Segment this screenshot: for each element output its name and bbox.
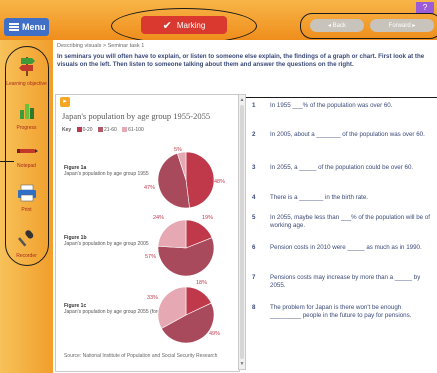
visuals-panel: ▸ Japan's population by age group 1955-2… <box>55 94 240 372</box>
chart-source: Source: National Institute of Population… <box>64 353 218 359</box>
question-number: 5 <box>252 214 256 221</box>
question-number: 8 <box>252 304 256 311</box>
legend-swatch <box>76 127 82 133</box>
visuals-scrollbar[interactable]: ▲ ▼ <box>238 94 246 370</box>
pie-chart-1955 <box>157 151 215 209</box>
menu-button[interactable]: Menu <box>4 18 49 36</box>
pie-data-label: 48% <box>214 179 226 185</box>
legend-key-label: Key <box>62 127 72 133</box>
legend-label: 0-20 <box>82 127 93 133</box>
question-number: 2 <box>252 131 256 138</box>
question-text: The problem for Japan is there won't be … <box>270 304 412 319</box>
scroll-down-icon[interactable]: ▼ <box>239 360 245 368</box>
marking-highlight-ring <box>111 8 257 44</box>
figure-caption: Japan's population by age group 2055 (fo… <box>64 309 172 315</box>
figure-caption: Japan's population by age group 1955 <box>64 171 149 177</box>
question-number: 4 <box>252 194 256 201</box>
pie-slice <box>185 151 215 209</box>
breadcrumb[interactable]: Describing visuals > Seminar task 1 <box>57 43 144 49</box>
legend-swatch <box>97 127 103 133</box>
pie-data-label: 57% <box>145 254 157 260</box>
pie-chart-2005 <box>157 219 215 277</box>
pie-data-label: 47% <box>144 185 156 191</box>
top-bar: Menu ✔ Marking ? ◂ Back Forward ▸ <box>0 0 437 44</box>
menu-icon <box>9 23 19 31</box>
question-text: In 2055, maybe less than ___% of the pop… <box>270 214 430 229</box>
question-number: 6 <box>252 244 256 251</box>
figure-caption: Japan's population by age group 2005 <box>64 241 149 247</box>
question-number: 7 <box>252 274 256 281</box>
question-text: In 2005, about a _______ of the populati… <box>270 131 425 138</box>
pie-chart-2055 <box>157 286 215 344</box>
menu-label: Menu <box>22 22 46 32</box>
question-number: 3 <box>252 164 256 171</box>
question-number: 1 <box>252 102 256 109</box>
pie-data-label: 49% <box>209 331 221 337</box>
pie-data-label: 5% <box>174 147 182 153</box>
navigation-highlight-ring <box>300 13 437 39</box>
questions-panel: 1 In 1955 ___% of the population was ove… <box>252 94 434 370</box>
question-text: Pensions costs may increase by more than… <box>270 274 421 289</box>
pie-slice <box>157 219 187 249</box>
pie-data-label: 19% <box>202 215 214 221</box>
annotation-line <box>0 161 14 162</box>
question-text: Pension costs in 2010 were _____ as much… <box>270 244 422 251</box>
pie-data-label: 33% <box>147 295 159 301</box>
pie-data-label: 18% <box>196 280 208 286</box>
question-text: In 2055, a _____ of the population could… <box>270 164 414 171</box>
audio-badge-icon[interactable]: ▸ <box>60 97 70 107</box>
sidebar-highlight-ring <box>5 46 49 266</box>
legend-label: 61-100 <box>128 127 144 133</box>
figure-label: Figure 1a Japan's population by age grou… <box>64 165 149 177</box>
question-text: In 1955 ___% of the population was over … <box>270 102 393 109</box>
legend-swatch <box>122 127 128 133</box>
scroll-thumb[interactable] <box>240 105 244 359</box>
task-instructions: In seminars you will often have to expla… <box>57 53 425 68</box>
chart-legend: Key 0-20 21-60 61-100 <box>62 127 144 133</box>
pie-data-label: 24% <box>153 215 165 221</box>
question-text: There is a _______ in the birth rate. <box>270 194 369 201</box>
figure-label: Figure 1c Japan's population by age grou… <box>64 303 171 315</box>
legend-label: 21-60 <box>103 127 117 133</box>
scroll-up-icon[interactable]: ▲ <box>239 96 245 104</box>
chart-title: Japan's population by age group 1955-205… <box>62 111 211 121</box>
figure-label: Figure 1b Japan's population by age grou… <box>64 235 149 247</box>
